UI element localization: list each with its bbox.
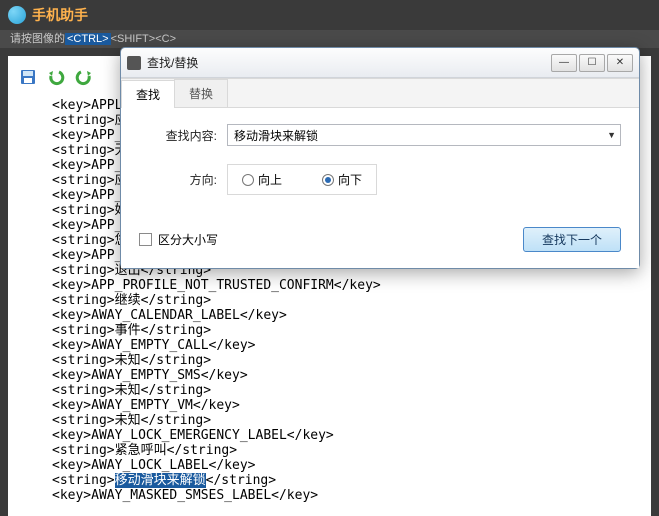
minimize-button[interactable]: —: [551, 54, 577, 72]
tab-replace[interactable]: 替换: [174, 79, 228, 107]
find-replace-dialog: 查找/替换 — ☐ ✕ 查找 替换 查找内容: 移动滑块来解锁 ▼ 方向:: [120, 47, 640, 269]
dialog-titlebar[interactable]: 查找/替换 — ☐ ✕: [121, 48, 639, 78]
find-input[interactable]: 移动滑块来解锁 ▼: [227, 124, 621, 146]
undo-icon[interactable]: [44, 66, 68, 88]
save-icon[interactable]: [16, 66, 40, 88]
close-button[interactable]: ✕: [607, 54, 633, 72]
app-titlebar: 手机助手: [0, 0, 659, 30]
dialog-title: 查找/替换: [147, 54, 551, 71]
find-value: 移动滑块来解锁: [234, 127, 318, 144]
redo-icon[interactable]: [72, 66, 96, 88]
tab-find[interactable]: 查找: [121, 80, 175, 108]
chevron-down-icon[interactable]: ▼: [607, 130, 616, 140]
radio-down[interactable]: 向下: [322, 171, 362, 188]
radio-dot-icon: [242, 174, 254, 186]
app-title: 手机助手: [32, 5, 88, 25]
radio-dot-icon: [322, 174, 334, 186]
tabs: 查找 替换: [121, 79, 639, 108]
app-icon: [8, 6, 26, 24]
radio-up[interactable]: 向上: [242, 171, 282, 188]
case-checkbox[interactable]: 区分大小写: [139, 231, 218, 248]
dialog-icon: [127, 56, 141, 70]
checkbox-icon: [139, 233, 152, 246]
maximize-button[interactable]: ☐: [579, 54, 605, 72]
direction-group: 向上 向下: [227, 164, 377, 195]
direction-label: 方向:: [139, 171, 217, 188]
hint-bar: 请按图像的<CTRL><SHIFT><C>: [0, 30, 659, 48]
find-next-button[interactable]: 查找下一个: [523, 227, 621, 252]
find-label: 查找内容:: [139, 127, 217, 144]
